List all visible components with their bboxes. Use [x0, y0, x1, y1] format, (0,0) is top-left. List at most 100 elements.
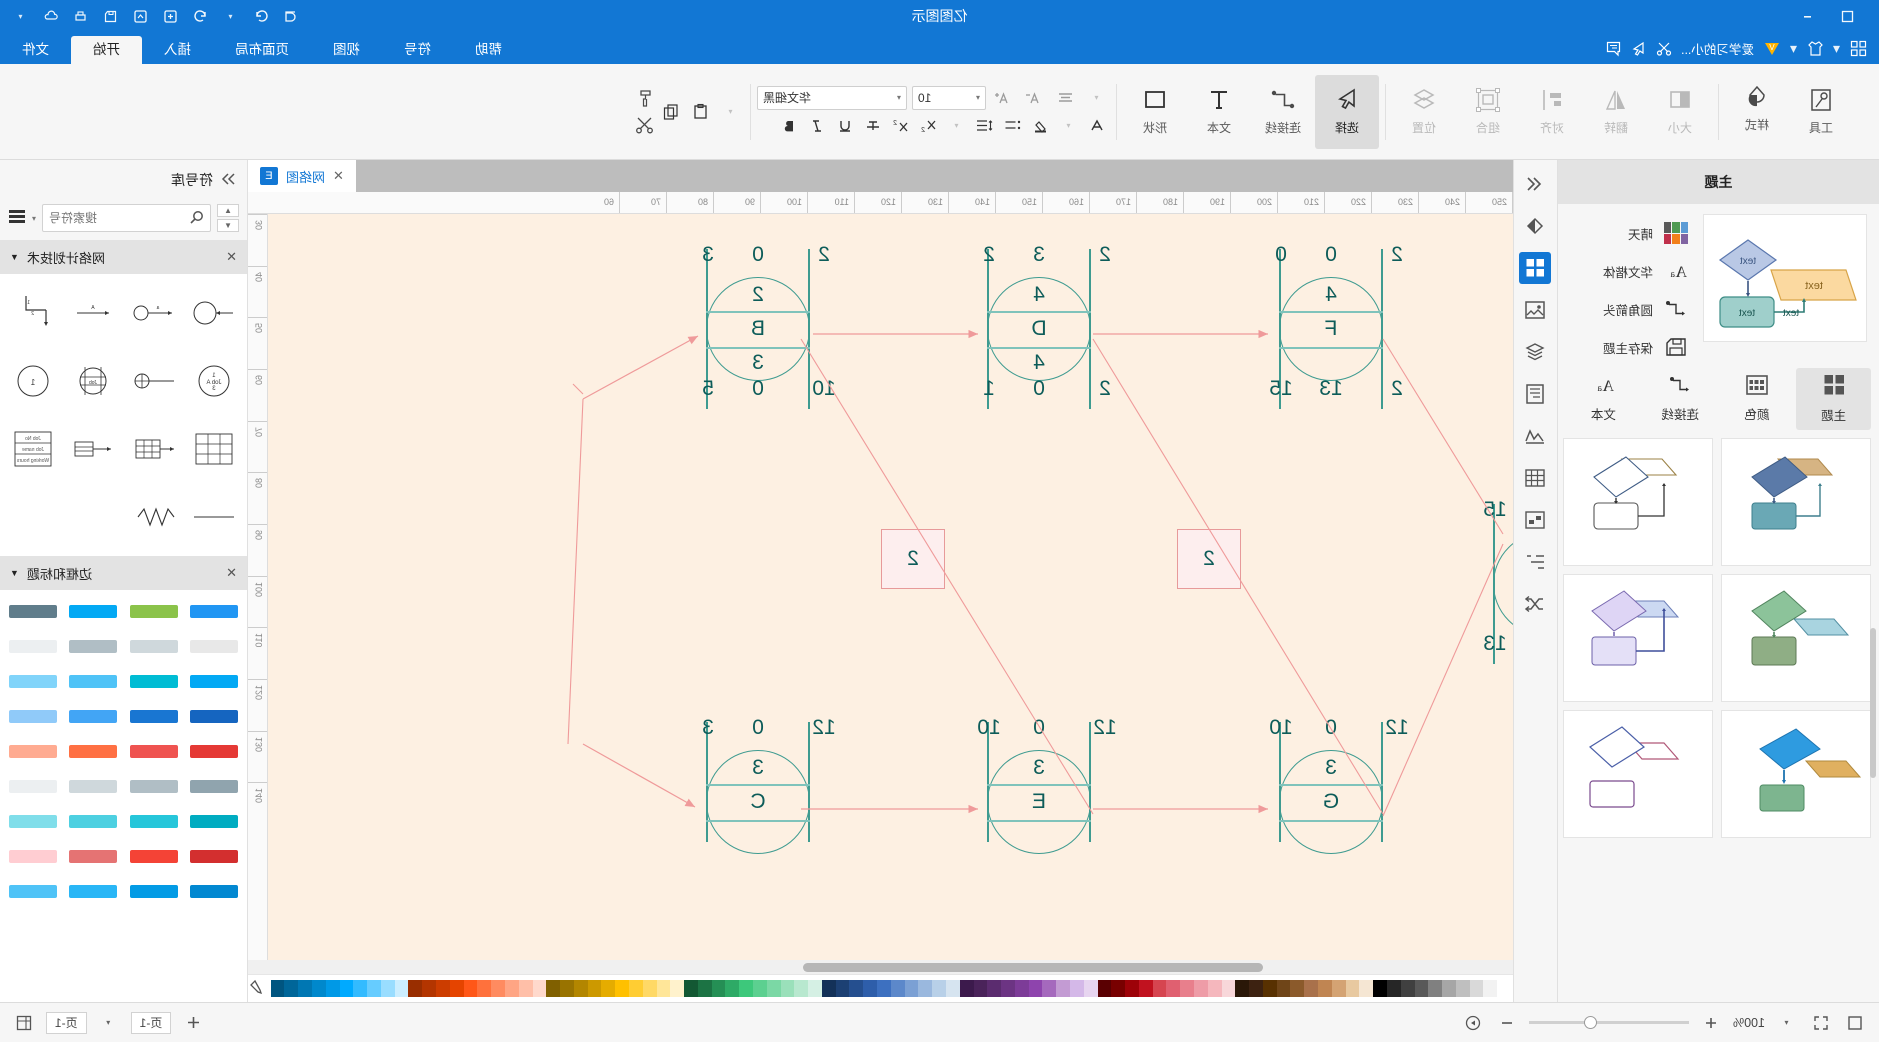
library-section-header-borders[interactable]: ✕ 边框和标题 ▼ — [0, 556, 247, 590]
palette-color[interactable] — [546, 980, 561, 997]
group-button[interactable]: 组合 — [1456, 75, 1520, 149]
chevron-down-icon[interactable]: ▾ — [8, 4, 34, 28]
palette-color[interactable] — [739, 980, 754, 997]
palette-color[interactable] — [353, 980, 368, 997]
theme-row-save[interactable]: 保存主题 — [1570, 336, 1689, 358]
border-symbol[interactable] — [66, 876, 120, 906]
spinner-down-icon[interactable]: ▼ — [217, 219, 239, 232]
grid-icon[interactable] — [1850, 40, 1867, 57]
library-symbol[interactable] — [187, 418, 241, 480]
palette-color[interactable] — [1483, 980, 1498, 997]
superscript-icon[interactable]: 2 — [888, 114, 914, 138]
page-dropdown-icon[interactable]: ▾ — [97, 1011, 121, 1035]
palette-color[interactable] — [1290, 980, 1305, 997]
palette-color[interactable] — [1442, 980, 1456, 997]
library-symbol[interactable] — [187, 282, 241, 344]
border-symbol[interactable] — [6, 631, 60, 661]
zoom-in-icon[interactable] — [1699, 1011, 1723, 1035]
minimize-icon[interactable] — [1795, 4, 1821, 28]
palette-color[interactable] — [1014, 980, 1029, 997]
palette-color[interactable] — [904, 980, 919, 997]
palette-color[interactable] — [1125, 980, 1139, 997]
palette-color[interactable] — [890, 980, 905, 997]
align-button[interactable]: 对齐 — [1520, 75, 1584, 149]
border-symbol[interactable] — [6, 876, 60, 906]
border-symbol[interactable] — [187, 876, 241, 906]
palette-color[interactable] — [959, 980, 974, 997]
style-button[interactable]: 样式 — [1725, 75, 1789, 149]
line-spacing-caret[interactable]: ▾ — [944, 114, 970, 138]
shape-cell[interactable] — [1721, 574, 1871, 702]
palette-color[interactable] — [835, 980, 850, 997]
palette-color[interactable] — [1235, 980, 1250, 997]
tab-insert[interactable]: 插入 — [142, 36, 213, 64]
library-stack-icon[interactable] — [8, 209, 26, 228]
palette-color[interactable] — [270, 980, 285, 997]
zoom-slider[interactable] — [1529, 1016, 1690, 1029]
user-label[interactable]: 爱学习的小... — [1681, 39, 1754, 58]
palette-color[interactable] — [1469, 980, 1484, 997]
border-symbol[interactable] — [187, 701, 241, 731]
pointer-icon[interactable] — [1631, 41, 1647, 57]
palette-color[interactable] — [1056, 980, 1070, 997]
eyedropper-icon[interactable] — [249, 979, 265, 998]
position-button[interactable]: 位置 — [1392, 75, 1456, 149]
palette-color[interactable] — [560, 980, 574, 997]
text-tool-button[interactable]: 文本 — [1187, 75, 1251, 149]
scrollbar-thumb[interactable] — [803, 963, 1263, 972]
tab-view[interactable]: 视图 — [311, 36, 382, 64]
palette-color[interactable] — [808, 980, 822, 997]
border-symbol[interactable] — [6, 736, 60, 766]
border-symbol[interactable] — [66, 736, 120, 766]
palette-color[interactable] — [766, 980, 781, 997]
diagram-square-node-2[interactable]: 2 — [881, 529, 945, 589]
border-symbol[interactable] — [187, 771, 241, 801]
bold-icon[interactable] — [776, 114, 802, 138]
palette-color[interactable] — [601, 980, 616, 997]
caret-icon-small[interactable]: ▾ — [1084, 86, 1110, 110]
palette-color[interactable] — [1400, 980, 1415, 997]
tab-help[interactable]: 帮助 — [453, 36, 524, 64]
tab-page-layout[interactable]: 页面布局 — [213, 36, 311, 64]
format-painter-icon[interactable] — [632, 86, 658, 110]
palette-color[interactable] — [422, 980, 437, 997]
shape-cell[interactable] — [1563, 574, 1713, 702]
palette-color[interactable] — [1111, 980, 1126, 997]
palette-color[interactable] — [642, 980, 657, 997]
palette-color[interactable] — [1001, 980, 1015, 997]
chevron-down-icon[interactable]: ▼ — [10, 568, 19, 578]
palette-color[interactable] — [1276, 980, 1291, 997]
palette-color[interactable] — [504, 980, 519, 997]
font-size-select[interactable]: ▾ 10 — [912, 85, 986, 110]
palette-color[interactable] — [1497, 980, 1511, 997]
presentation-icon[interactable] — [1461, 1011, 1485, 1035]
palette-color[interactable] — [325, 980, 340, 997]
palette-color[interactable] — [449, 980, 464, 997]
border-symbol[interactable] — [187, 841, 241, 871]
palette-color[interactable] — [491, 980, 505, 997]
border-symbol[interactable] — [127, 701, 181, 731]
palette-color[interactable] — [821, 980, 836, 997]
palette-color[interactable] — [367, 980, 381, 997]
zoom-dropdown-icon[interactable]: ▾ — [1775, 1011, 1799, 1035]
library-section-header-network[interactable]: ✕ 网络计划技术 ▼ — [0, 240, 247, 274]
library-symbol[interactable]: Job No Job name Working hours — [6, 418, 60, 480]
palette-color[interactable] — [532, 980, 547, 997]
left-panel-scrollbar[interactable] — [1870, 628, 1876, 778]
library-symbol[interactable]: 12 — [6, 282, 60, 344]
border-symbol[interactable] — [187, 736, 241, 766]
shape-tool-button[interactable]: 形状 — [1123, 75, 1187, 149]
border-symbol[interactable] — [66, 771, 120, 801]
palette-color[interactable] — [1455, 980, 1470, 997]
theme-row-color[interactable]: 晴天 — [1570, 222, 1689, 244]
tab-symbols[interactable]: 符号 — [382, 36, 453, 64]
palette-color[interactable] — [656, 980, 671, 997]
horizontal-ruler[interactable]: 250 240 230 220 210 200 190 180 170 160 150 140 130 1… — [268, 192, 1513, 214]
border-symbol[interactable] — [127, 876, 181, 906]
theme-icon[interactable] — [1519, 252, 1552, 284]
container-icon[interactable] — [1520, 504, 1552, 536]
library-symbol[interactable] — [187, 486, 241, 548]
subscript-icon[interactable]: 2 — [916, 114, 942, 138]
palette-color[interactable] — [1152, 980, 1167, 997]
border-symbol[interactable] — [66, 701, 120, 731]
